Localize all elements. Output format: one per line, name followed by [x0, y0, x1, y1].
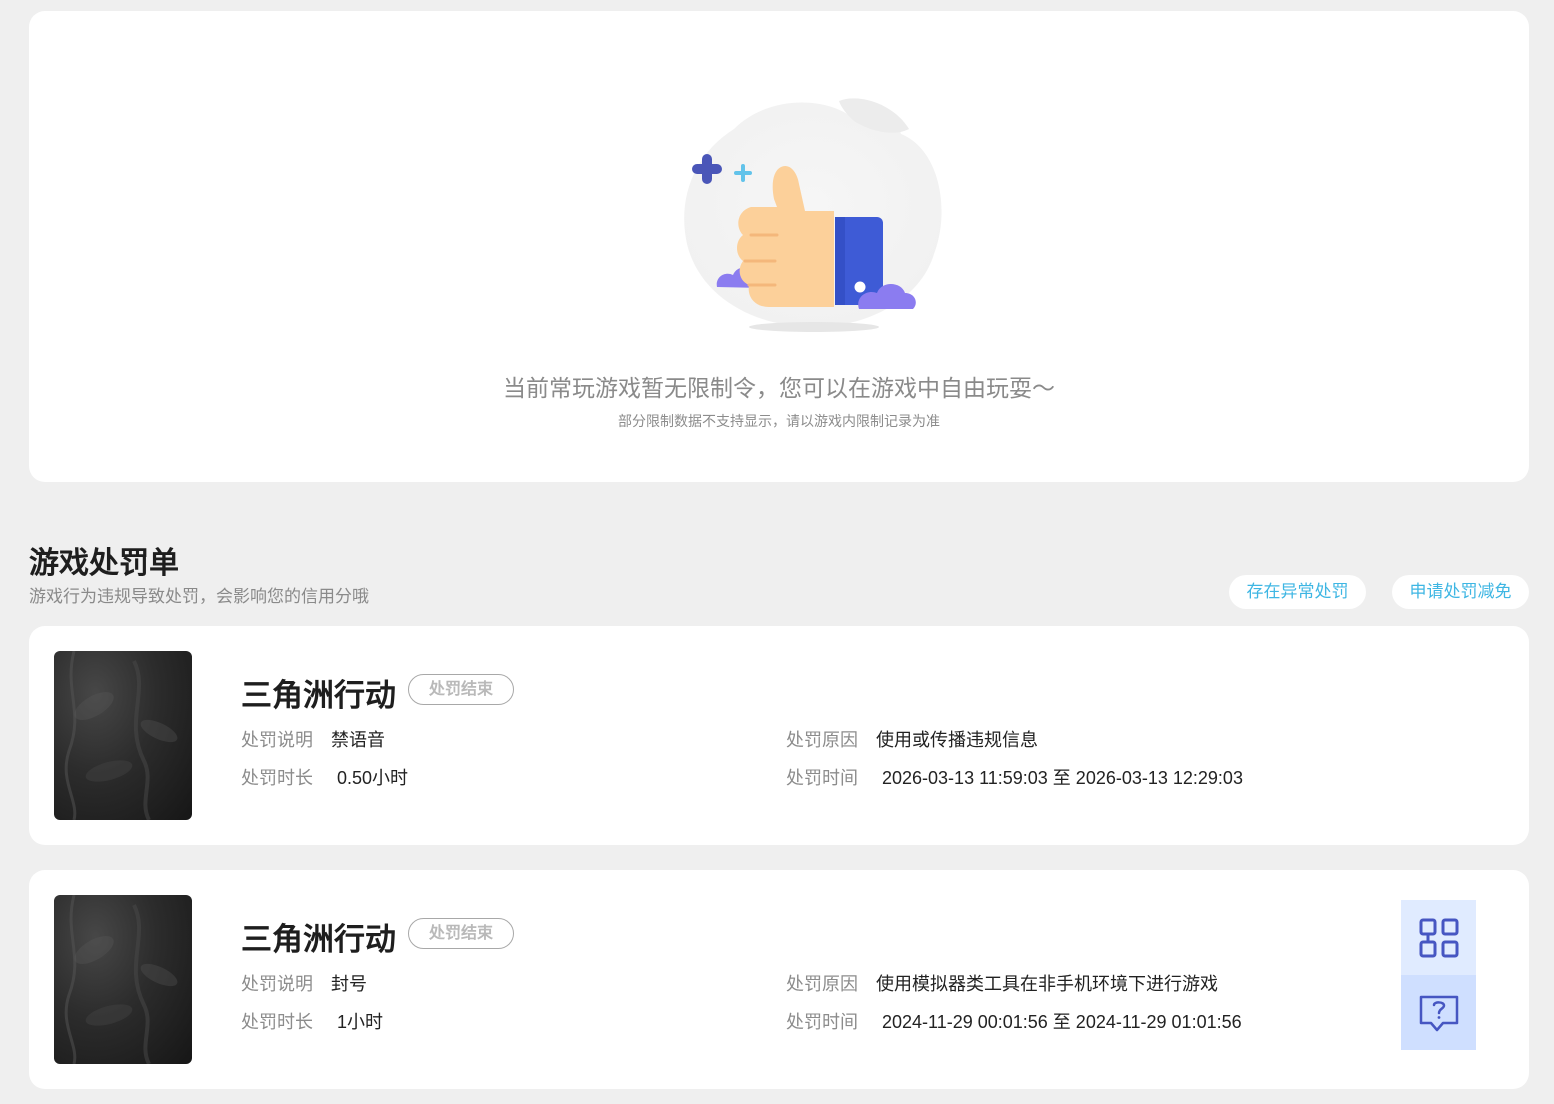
qr-code-icon	[1419, 918, 1458, 957]
penalty-time-label: 处罚时间	[786, 1012, 858, 1032]
penalty-reason-label: 处罚原因	[786, 730, 858, 750]
penalty-card: 三角洲行动 处罚结束 处罚说明 禁语音 处罚原因 使用或传播违规信息 处罚时长 …	[29, 626, 1529, 845]
game-name: 三角洲行动	[241, 678, 396, 713]
empty-state-title: 当前常玩游戏暂无限制令，您可以在游戏中自由玩耍～	[503, 375, 1055, 401]
penalty-duration-label: 处罚时长	[241, 1012, 313, 1032]
penalty-time-label: 处罚时间	[786, 768, 858, 788]
penalty-desc-value: 禁语音	[331, 730, 385, 750]
floating-toolbar	[1401, 900, 1476, 1050]
penalty-duration-value: 0.50小时	[337, 768, 409, 788]
thumbs-up-illustration-icon	[684, 98, 942, 332]
penalty-time-value: 2026-03-13 11:59:03 至 2026-03-13 12:29:0…	[882, 768, 1243, 788]
penalty-duration-label: 处罚时长	[241, 768, 313, 788]
penalty-time-value: 2024-11-29 00:01:56 至 2024-11-29 01:01:5…	[882, 1012, 1242, 1032]
penalty-section-subtitle: 游戏行为违规导致处罚，会影响您的信用分哦	[29, 587, 369, 606]
status-badge: 处罚结束	[408, 918, 514, 949]
penalty-reason-label: 处罚原因	[786, 974, 858, 994]
penalty-section-title: 游戏处罚单	[29, 547, 179, 580]
game-name: 三角洲行动	[241, 922, 396, 957]
penalty-reason-value: 使用模拟器类工具在非手机环境下进行游戏	[876, 974, 1218, 994]
abnormal-penalty-button[interactable]: 存在异常处罚	[1229, 575, 1366, 609]
game-cover-image	[54, 895, 192, 1064]
help-feedback-button[interactable]	[1401, 975, 1476, 1050]
no-restriction-card: 当前常玩游戏暂无限制令，您可以在游戏中自由玩耍～ 部分限制数据不支持显示，请以游…	[29, 11, 1529, 482]
game-cover-image	[54, 651, 192, 820]
penalty-reason-value: 使用或传播违规信息	[876, 730, 1038, 750]
apply-reduction-button[interactable]: 申请处罚减免	[1392, 575, 1529, 609]
status-badge: 处罚结束	[408, 674, 514, 705]
qr-code-button[interactable]	[1401, 900, 1476, 975]
penalty-desc-value: 封号	[331, 974, 367, 994]
help-chat-icon	[1419, 995, 1458, 1031]
penalty-desc-label: 处罚说明	[241, 974, 313, 994]
penalty-duration-value: 1小时	[337, 1012, 384, 1032]
penalty-card: 三角洲行动 处罚结束 处罚说明 封号 处罚原因 使用模拟器类工具在非手机环境下进…	[29, 870, 1529, 1089]
penalty-desc-label: 处罚说明	[241, 730, 313, 750]
empty-state-subtitle: 部分限制数据不支持显示，请以游戏内限制记录为准	[618, 413, 940, 429]
